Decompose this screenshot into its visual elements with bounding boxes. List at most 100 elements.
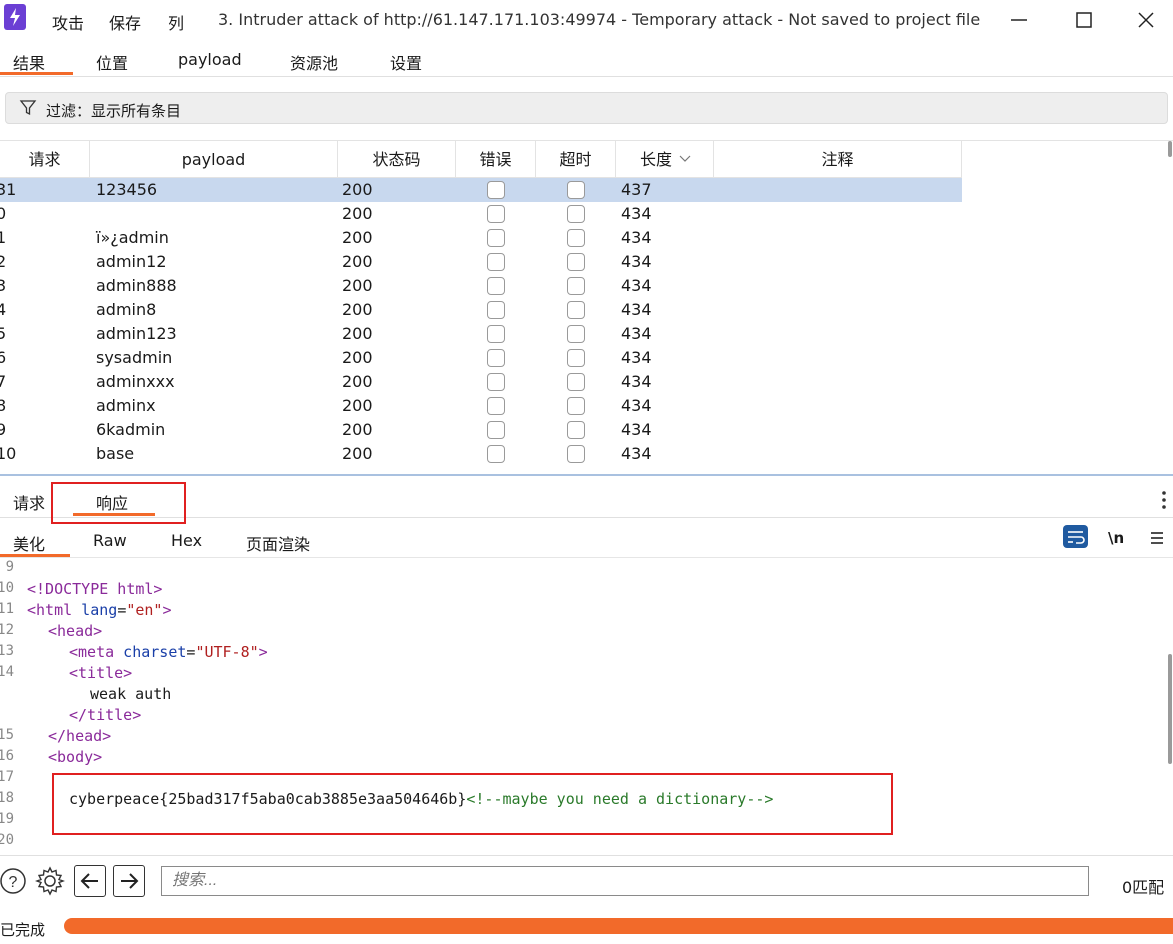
- search-input[interactable]: [161, 866, 1089, 896]
- help-icon[interactable]: ?: [0, 866, 32, 898]
- status-cell: 200: [342, 372, 373, 391]
- table-row[interactable]: 3 admin888 200 434: [0, 274, 962, 298]
- table-row[interactable]: 8 adminx 200 434: [0, 394, 962, 418]
- next-match-button[interactable]: [113, 865, 145, 897]
- code-scrollbar[interactable]: [1168, 654, 1172, 764]
- status-cell: 200: [342, 204, 373, 223]
- status-cell: 200: [342, 348, 373, 367]
- timeout-checkbox: [567, 229, 585, 247]
- payload-cell: admin888: [96, 276, 177, 295]
- tab-raw[interactable]: Raw: [93, 531, 127, 550]
- filter-text: 过滤：显示所有条目: [46, 102, 182, 120]
- error-checkbox: [487, 229, 505, 247]
- charset-attr: charset: [114, 643, 187, 661]
- tab-pretty[interactable]: 美化: [13, 531, 45, 555]
- col-length[interactable]: 长度: [616, 141, 714, 178]
- payload-cell: 6kadmin: [96, 420, 166, 439]
- settings-gear-icon[interactable]: [35, 866, 67, 898]
- table-row[interactable]: 9 6kadmin 200 434: [0, 418, 962, 442]
- error-checkbox: [487, 397, 505, 415]
- length-cell: 434: [621, 372, 652, 391]
- line-number: 10: [0, 580, 14, 596]
- table-row[interactable]: 4 admin8 200 434: [0, 298, 962, 322]
- timeout-checkbox: [567, 397, 585, 415]
- payload-cell: adminx: [96, 396, 156, 415]
- col-comment[interactable]: 注释: [714, 141, 962, 178]
- length-cell: 434: [621, 420, 652, 439]
- request-cell: 2: [0, 252, 6, 271]
- svg-text:?: ?: [9, 874, 18, 891]
- table-scrollbar[interactable]: [1168, 141, 1172, 157]
- maximize-icon[interactable]: [1072, 8, 1096, 32]
- menu-save[interactable]: 保存: [109, 10, 141, 34]
- col-request[interactable]: 请求: [0, 141, 90, 178]
- length-cell: 434: [621, 348, 652, 367]
- doctype: <!DOCTYPE html>: [27, 580, 163, 598]
- status-cell: 200: [342, 180, 373, 199]
- arrow-right-icon: [121, 873, 139, 889]
- col-timeout[interactable]: 超时: [536, 141, 616, 178]
- table-row[interactable]: 10 base 200 434: [0, 442, 962, 466]
- timeout-checkbox: [567, 349, 585, 367]
- close-icon[interactable]: [1134, 8, 1158, 32]
- length-cell: 434: [621, 300, 652, 319]
- tab-results[interactable]: 结果: [13, 50, 45, 74]
- charset-value: "UTF-8": [195, 643, 259, 661]
- payload-cell: admin8: [96, 300, 157, 319]
- pretty-tab-indicator: [0, 554, 70, 557]
- payload-cell: base: [96, 444, 135, 463]
- equals-sign: =: [117, 601, 127, 619]
- table-row[interactable]: 31 123456 200 437: [0, 178, 962, 202]
- table-row[interactable]: 0 200 434: [0, 202, 962, 226]
- more-options-icon[interactable]: [1160, 490, 1168, 514]
- lang-value: "en": [126, 601, 163, 619]
- filter-bar[interactable]: 过滤：显示所有条目: [5, 92, 1168, 124]
- request-cell: 9: [0, 420, 6, 439]
- table-row[interactable]: 2 admin12 200 434: [0, 250, 962, 274]
- tab-hex[interactable]: Hex: [171, 531, 202, 550]
- table-row[interactable]: 7 adminxxx 200 434: [0, 370, 962, 394]
- line-number: 20: [0, 832, 14, 848]
- menu-icon[interactable]: [1149, 530, 1165, 550]
- request-cell: 4: [0, 300, 6, 319]
- tab-payload[interactable]: payload: [178, 50, 242, 69]
- request-cell: 31: [0, 180, 17, 199]
- status-cell: 200: [342, 252, 373, 271]
- payload-cell: 123456: [96, 180, 158, 199]
- menu-columns[interactable]: 列: [168, 10, 184, 34]
- tab-request[interactable]: 请求: [13, 490, 45, 514]
- error-checkbox: [487, 205, 505, 223]
- wrap-lines-icon[interactable]: [1063, 525, 1088, 548]
- tab-settings[interactable]: 设置: [390, 50, 422, 74]
- payload-cell: sysadmin: [96, 348, 173, 367]
- results-table: 请求 payload 状态码 错误 超时 长度 注释 3112345620043…: [0, 140, 1173, 475]
- menu-attack[interactable]: 攻击: [52, 10, 84, 34]
- table-row[interactable]: 6 sysadmin 200 434: [0, 346, 962, 370]
- col-error[interactable]: 错误: [456, 141, 536, 178]
- minimize-icon[interactable]: [1007, 8, 1031, 32]
- line-number: 16: [0, 748, 14, 764]
- request-cell: 7: [0, 372, 6, 391]
- table-header: 请求 payload 状态码 错误 超时 长度 注释: [0, 141, 962, 178]
- table-row[interactable]: 5 admin123 200 434: [0, 322, 962, 346]
- request-cell: 1: [0, 228, 6, 247]
- col-status[interactable]: 状态码: [338, 141, 456, 178]
- payload-cell: admin123: [96, 324, 177, 343]
- tab-resource-pool[interactable]: 资源池: [290, 50, 338, 74]
- request-cell: 0: [0, 204, 6, 223]
- col-payload[interactable]: payload: [90, 141, 338, 178]
- length-cell: 434: [621, 228, 652, 247]
- payload-cell: adminxxx: [96, 372, 175, 391]
- line-number: 9: [5, 559, 14, 575]
- table-divider: [0, 474, 1173, 476]
- previous-match-button[interactable]: [74, 865, 106, 897]
- status-cell: 200: [342, 228, 373, 247]
- show-newlines-button[interactable]: \n: [1108, 529, 1124, 547]
- timeout-checkbox: [567, 421, 585, 439]
- timeout-checkbox: [567, 445, 585, 463]
- table-row[interactable]: 1 ï»¿admin 200 434: [0, 226, 962, 250]
- error-checkbox: [487, 301, 505, 319]
- tab-render[interactable]: 页面渲染: [246, 531, 310, 555]
- lang-attr: lang: [72, 601, 118, 619]
- tab-positions[interactable]: 位置: [96, 50, 128, 74]
